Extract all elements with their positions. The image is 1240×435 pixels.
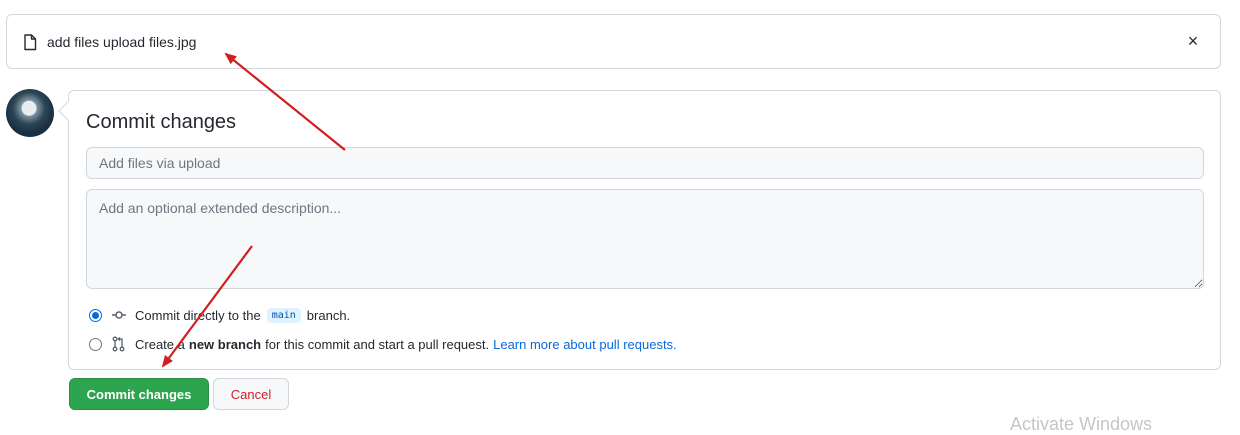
git-pull-request-icon [112, 336, 125, 352]
new-branch-radio[interactable] [89, 337, 102, 351]
windows-activation-watermark: Activate Windows [1010, 414, 1153, 434]
file-name: add files upload files.jpg [47, 34, 197, 50]
close-icon[interactable]: × [1184, 32, 1202, 50]
option-new-branch[interactable]: Create a new branch for this commit and … [89, 335, 677, 353]
commit-directly-radio[interactable] [89, 308, 102, 322]
avatar[interactable] [6, 89, 54, 137]
file-icon [24, 34, 37, 51]
commit-summary-input[interactable] [86, 147, 1204, 179]
cancel-button[interactable]: Cancel [213, 378, 289, 410]
branch-name-chip: main [266, 307, 301, 323]
commit-description-input[interactable] [86, 189, 1204, 289]
commit-directly-label-end: branch. [306, 307, 351, 323]
commit-form-title: Commit changes [86, 111, 237, 133]
card-caret [58, 101, 78, 121]
new-branch-label-bold: new branch [188, 336, 262, 352]
git-commit-icon [112, 311, 126, 319]
file-bar: add files upload files.jpg × [6, 14, 1221, 69]
learn-more-pull-requests-link[interactable]: Learn more about pull requests. [493, 337, 677, 352]
new-branch-label-end: for this commit and start a pull request… [265, 336, 490, 352]
option-commit-directly[interactable]: Commit directly to the main branch. [89, 306, 350, 324]
commit-changes-button[interactable]: Commit changes [69, 378, 209, 410]
commit-form: Commit changes Commit directly to the ma… [58, 90, 1221, 370]
new-branch-label-start: Create a [135, 336, 185, 352]
commit-directly-label-start: Commit directly to the [135, 307, 261, 323]
